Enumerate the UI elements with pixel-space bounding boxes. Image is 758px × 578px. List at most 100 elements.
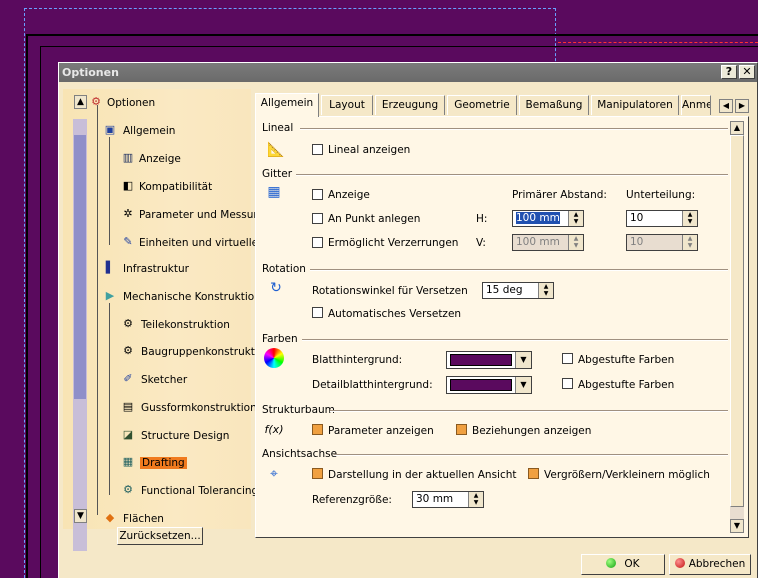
- panel-scroll-up-icon[interactable]: ▲: [730, 121, 744, 135]
- close-icon[interactable]: ✕: [739, 65, 755, 79]
- mechanical-design-icon: ▶: [105, 289, 115, 302]
- tab-bar: Allgemein Layout Erzeugung Geometrie Bem…: [255, 93, 755, 117]
- tab-anmerkungen[interactable]: Anmerk: [681, 95, 711, 115]
- section-title-farben: Farben: [262, 333, 298, 345]
- tree-item-gussformkonstruktion[interactable]: Gussformkonstruktion: [141, 402, 257, 414]
- ref-size-stepper-icon[interactable]: ▲ ▼: [468, 492, 483, 507]
- cancel-button[interactable]: Abbrechen: [669, 554, 751, 575]
- tree-item-functional-tolerancing[interactable]: Functional Tolerancing: [141, 485, 258, 497]
- tab-allgemein[interactable]: Allgemein: [255, 93, 319, 117]
- tree-item-sketcher[interactable]: Sketcher: [141, 374, 187, 386]
- rotation-angle-stepper-icon[interactable]: ▲ ▼: [538, 283, 553, 298]
- tab-scroll-right-icon[interactable]: ▶: [735, 99, 749, 113]
- tab-bemassung[interactable]: Bemaßung: [519, 95, 589, 115]
- reset-button[interactable]: Zurücksetzen...: [117, 527, 203, 545]
- section-divider: [310, 269, 728, 271]
- assembly-design-icon: ⚙: [123, 344, 133, 357]
- ref-size-input[interactable]: 30 mm ▲ ▼: [412, 491, 484, 508]
- tree-item-mechanische-konstruktion[interactable]: Mechanische Konstruktion: [123, 291, 261, 303]
- ok-button[interactable]: OK: [581, 554, 665, 575]
- auto-snap-checkbox[interactable]: [312, 307, 323, 318]
- h-subdivision-stepper-icon[interactable]: ▲ ▼: [682, 211, 697, 226]
- tree-item-anzeige[interactable]: Anzeige: [139, 153, 181, 165]
- section-title-rotation: Rotation: [262, 263, 306, 275]
- gradient-colors-label-1: Abgestufte Farben: [578, 354, 675, 366]
- section-title-gitter: Gitter: [262, 168, 293, 180]
- general-icon: ▣: [104, 123, 116, 136]
- tab-scroll-left-icon[interactable]: ◀: [719, 99, 733, 113]
- h-subdivision-input[interactable]: 10 ▲ ▼: [626, 210, 698, 227]
- options-tree: ▲ ▼ ⚙ Optionen ▣ Allgemein ▥ Anzeige ◧ K…: [63, 89, 280, 551]
- rotation-angle-input[interactable]: 15 deg ▲ ▼: [482, 282, 554, 299]
- show-relations-checkbox[interactable]: [456, 424, 467, 435]
- show-parameters-checkbox[interactable]: [312, 424, 323, 435]
- tree-item-flaechen[interactable]: Flächen: [123, 513, 164, 525]
- section-title-ansichtsachse: Ansichtsachse: [262, 448, 338, 460]
- gradient-colors-checkbox-2[interactable]: [562, 378, 573, 389]
- show-in-view-checkbox[interactable]: [312, 468, 323, 479]
- units-icon: ✎: [123, 235, 133, 248]
- tree-scroll-thumb[interactable]: [74, 135, 86, 399]
- tree-item-kompatibilitaet[interactable]: Kompatibilität: [139, 181, 212, 193]
- section-divider: [334, 454, 728, 456]
- tree-item-optionen[interactable]: Optionen: [107, 97, 155, 109]
- grid-snap-label: An Punkt anlegen: [328, 213, 421, 225]
- h-spacing-input[interactable]: 100 mm ▲ ▼: [512, 210, 584, 227]
- tree-item-einheiten[interactable]: Einheiten und virtuelle: [139, 237, 258, 249]
- v-spacing-value: 100 mm: [516, 236, 560, 248]
- detail-bg-label: Detailblatthintergrund:: [312, 379, 433, 391]
- tab-erzeugung[interactable]: Erzeugung: [375, 95, 445, 115]
- options-dialog: Optionen ? ✕ ▲ ▼ ⚙ Optionen ▣ Allgemein …: [58, 62, 758, 578]
- help-icon[interactable]: ?: [721, 65, 737, 79]
- v-spacing-input[interactable]: 100 mm ▲ ▼: [512, 234, 584, 251]
- tree-line: [109, 303, 110, 495]
- structure-design-icon: ◪: [122, 428, 134, 441]
- panel-scroll-thumb[interactable]: [730, 135, 744, 507]
- tab-layout[interactable]: Layout: [321, 95, 373, 115]
- detail-bg-color-select[interactable]: ▼: [446, 376, 532, 394]
- h-spacing-stepper-icon[interactable]: ▲ ▼: [568, 211, 583, 226]
- section-title-lineal: Lineal: [262, 122, 294, 134]
- section-title-strukturbaum: Strukturbaum: [262, 404, 335, 416]
- sheet-bg-color-swatch: [450, 354, 512, 366]
- part-design-icon: ⚙: [123, 317, 133, 330]
- sheet-bg-color-select[interactable]: ▼: [446, 351, 532, 369]
- formula-icon: f(x): [264, 423, 284, 436]
- compatibility-icon: ◧: [122, 179, 134, 192]
- panel-scrollbar[interactable]: ▲ ▼: [730, 121, 744, 533]
- tree-item-baugruppenkonstruktion[interactable]: Baugruppenkonstruktion: [141, 346, 271, 358]
- tree-scroll-down-icon[interactable]: ▼: [74, 509, 87, 523]
- tree-item-infrastruktur[interactable]: Infrastruktur: [123, 263, 189, 275]
- panel-scroll-down-icon[interactable]: ▼: [730, 519, 744, 533]
- grid-distortion-checkbox[interactable]: [312, 237, 323, 248]
- tree-item-teilekonstruktion[interactable]: Teilekonstruktion: [141, 319, 230, 331]
- chevron-down-icon[interactable]: ▼: [515, 352, 531, 368]
- ok-icon: [606, 558, 617, 568]
- grid-display-checkbox[interactable]: [312, 189, 323, 200]
- grid-snap-checkbox[interactable]: [312, 213, 323, 224]
- tree-item-allgemein[interactable]: Allgemein: [123, 125, 175, 137]
- v-subdivision-stepper-icon[interactable]: ▲ ▼: [682, 235, 697, 250]
- sheet-bg-label: Blatthintergrund:: [312, 354, 403, 366]
- subdivision-label: Unterteilung:: [626, 189, 696, 201]
- v-label: V:: [476, 237, 486, 249]
- gradient-colors-checkbox-1[interactable]: [562, 353, 573, 364]
- zoomable-checkbox[interactable]: [528, 468, 539, 479]
- tree-line: [97, 105, 98, 515]
- chevron-down-icon[interactable]: ▼: [515, 377, 531, 393]
- tab-geometrie[interactable]: Geometrie: [447, 95, 517, 115]
- functional-tolerancing-icon: ⚙: [123, 483, 133, 496]
- v-subdivision-value: 10: [630, 236, 644, 248]
- tab-manipulatoren[interactable]: Manipulatoren: [591, 95, 679, 115]
- v-spacing-stepper-icon[interactable]: ▲ ▼: [568, 235, 583, 250]
- cancel-icon: [674, 558, 685, 568]
- v-subdivision-input[interactable]: 10 ▲ ▼: [626, 234, 698, 251]
- tree-item-drafting[interactable]: Drafting: [140, 457, 187, 469]
- tree-item-structure-design[interactable]: Structure Design: [141, 430, 229, 442]
- primary-spacing-label: Primärer Abstand:: [512, 189, 607, 201]
- view-axis-icon: ⌖: [270, 466, 278, 482]
- detail-bg-color-swatch: [450, 379, 512, 391]
- tree-scroll-up-icon[interactable]: ▲: [74, 95, 87, 109]
- parameters-icon: ✲: [123, 207, 133, 220]
- show-ruler-checkbox[interactable]: [312, 144, 323, 155]
